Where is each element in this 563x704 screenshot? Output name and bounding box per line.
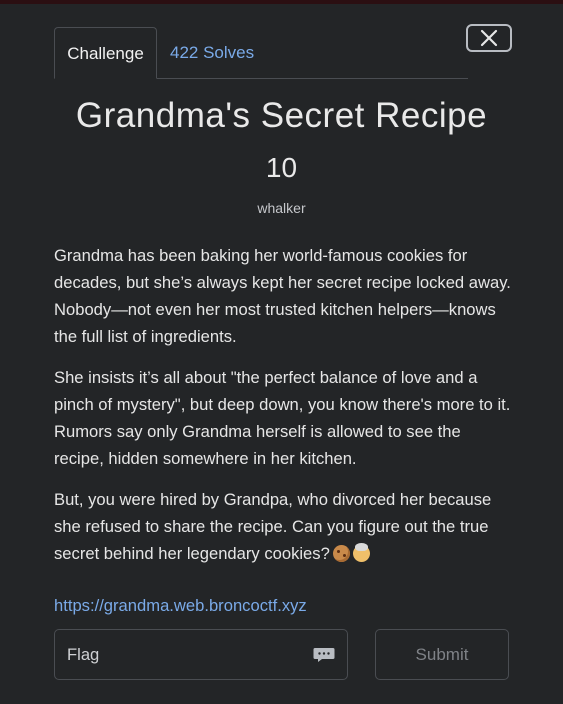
flag-input[interactable] <box>55 630 305 679</box>
close-button[interactable] <box>466 24 512 52</box>
challenge-modal: Challenge 422 Solves Grandma's Secret Re… <box>0 4 563 704</box>
description-text: She insists it’s all about "the perfect … <box>54 368 511 468</box>
description-paragraph: She insists it’s all about "the perfect … <box>54 364 514 472</box>
challenge-points: 10 <box>265 152 298 183</box>
flag-field <box>54 629 348 680</box>
tab-bar: Challenge 422 Solves <box>54 27 468 79</box>
challenge-description: Grandma has been baking her world-famous… <box>54 242 514 581</box>
grandma-icon <box>352 543 370 562</box>
submit-button[interactable]: Submit <box>375 629 509 680</box>
chat-bubble-icon <box>313 648 335 662</box>
tab-solves[interactable]: 422 Solves <box>170 27 254 78</box>
description-paragraph: Grandma has been baking her world-famous… <box>54 246 511 346</box>
close-icon <box>480 29 498 47</box>
cookie-icon <box>332 545 350 562</box>
challenge-author: whalker <box>257 200 306 216</box>
challenge-title: Grandma's Secret Recipe <box>75 96 488 135</box>
description-paragraph: But, you were hired by Grandpa, who divo… <box>54 486 514 567</box>
tab-challenge[interactable]: Challenge <box>54 27 157 79</box>
description-text: But, you were hired by Grandpa, who divo… <box>54 490 492 563</box>
challenge-link[interactable]: https://grandma.web.broncoctf.xyz <box>54 596 307 616</box>
